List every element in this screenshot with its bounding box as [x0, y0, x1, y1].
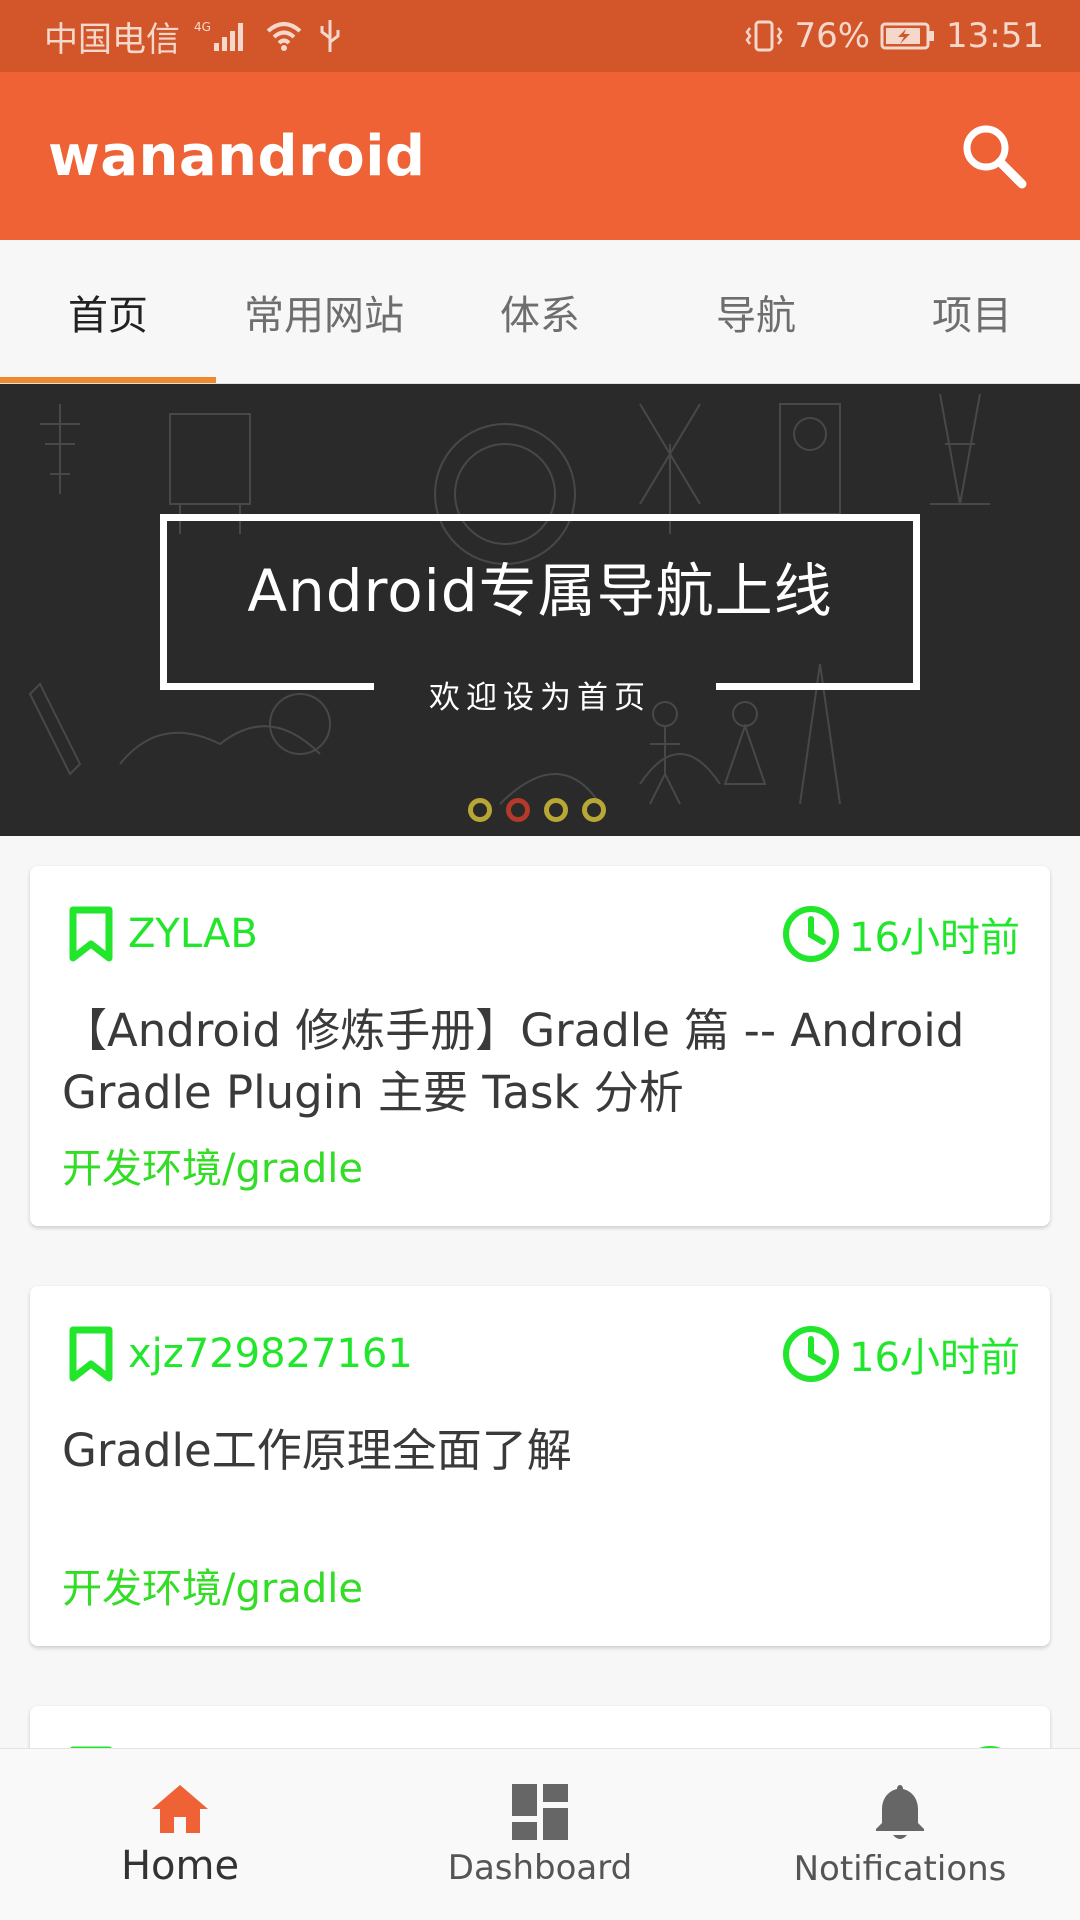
tab-navigation[interactable]: 导航: [648, 240, 864, 383]
status-right: 76% 13:51: [744, 16, 1044, 56]
vibrate-icon: [744, 18, 784, 54]
app-screen: 中国电信 4G 76% 13:51 wanandroid 首页 常用网站 体系 …: [0, 0, 1080, 1920]
clock-icon: [783, 1326, 840, 1382]
nav-home[interactable]: Home: [0, 1749, 360, 1920]
search-icon: [963, 125, 1027, 189]
time-label: 16小时前: [849, 915, 1020, 961]
tab-label: 导航: [716, 292, 796, 339]
clock: 13:51: [946, 16, 1044, 56]
carousel-indicator: [468, 798, 606, 822]
banner-carousel[interactable]: Android专属导航上线 欢迎设为首页: [0, 384, 1080, 836]
app-title: wanandroid: [48, 123, 426, 189]
tab-label: 首页: [68, 292, 148, 339]
tab-bar: 首页 常用网站 体系 导航 项目: [0, 240, 1080, 384]
nav-label: Home: [120, 1842, 240, 1889]
author-name: xjz729827161: [128, 1331, 413, 1377]
battery-percent: 76%: [794, 16, 871, 56]
tab-label: 项目: [932, 292, 1012, 339]
article-category[interactable]: 开发环境/gradle: [62, 1136, 363, 1194]
nav-label: Notifications: [793, 1848, 1007, 1889]
app-bar: wanandroid: [0, 72, 1080, 240]
article-time: 16小时前: [781, 1324, 1020, 1384]
tab-system[interactable]: 体系: [432, 240, 648, 383]
tab-projects[interactable]: 项目: [864, 240, 1080, 383]
carousel-dot[interactable]: [582, 798, 606, 822]
bookmark-icon[interactable]: [68, 906, 114, 962]
network-label: 4G: [194, 20, 211, 34]
article-author: xjz729827161: [68, 1326, 413, 1382]
clock-icon: [783, 906, 840, 962]
dashboard-icon: [512, 1783, 568, 1840]
nav-notifications[interactable]: Notifications: [720, 1749, 1080, 1920]
carousel-dot-active[interactable]: [506, 798, 530, 822]
article-meta: ZYLAB 16小时前: [68, 902, 1020, 966]
home-icon: [152, 1784, 208, 1833]
article-author: ZYLAB: [68, 906, 258, 962]
status-left: 中国电信 4G: [44, 12, 342, 61]
carousel-dot[interactable]: [544, 798, 568, 822]
status-bar: 中国电信 4G 76% 13:51: [0, 0, 1080, 72]
signal-icon: 4G: [194, 19, 250, 53]
tab-label: 常用网站: [244, 292, 404, 339]
article-time: 16小时前: [781, 904, 1020, 964]
nav-dashboard[interactable]: Dashboard: [360, 1749, 720, 1920]
tab-label: 体系: [500, 292, 580, 339]
nav-label: Dashboard: [447, 1847, 633, 1888]
article-card[interactable]: xjz729827161 16小时前 Gradle工作原理全面了解 开发环境/g…: [30, 1286, 1050, 1646]
author-name: ZYLAB: [128, 911, 258, 957]
article-title[interactable]: Gradle工作原理全面了解: [62, 1420, 1010, 1482]
banner-subtitle: 欢迎设为首页: [429, 680, 651, 716]
search-button[interactable]: [952, 114, 1036, 198]
article-category[interactable]: 开发环境/gradle: [62, 1556, 363, 1614]
carousel-dot[interactable]: [468, 798, 492, 822]
wifi-icon: [264, 19, 304, 53]
banner-title: Android专属导航上线: [247, 557, 833, 625]
battery-charging-icon: [880, 21, 936, 51]
bottom-navigation: Home Dashboard Notifications: [0, 1748, 1080, 1920]
bell-icon: [876, 1784, 924, 1839]
article-title[interactable]: 【Android 修炼手册】Gradle 篇 -- Android Gradle…: [62, 1000, 1010, 1124]
tab-common-sites[interactable]: 常用网站: [216, 240, 432, 383]
article-card[interactable]: ZYLAB 16小时前 【Android 修炼手册】Gradle 篇 -- An…: [30, 866, 1050, 1226]
article-meta: xjz729827161 16小时前: [68, 1322, 1020, 1386]
tab-home[interactable]: 首页: [0, 240, 216, 383]
time-label: 16小时前: [849, 1335, 1020, 1381]
carrier-label: 中国电信: [44, 19, 180, 60]
usb-icon: [318, 18, 342, 54]
bookmark-icon[interactable]: [68, 1326, 114, 1382]
